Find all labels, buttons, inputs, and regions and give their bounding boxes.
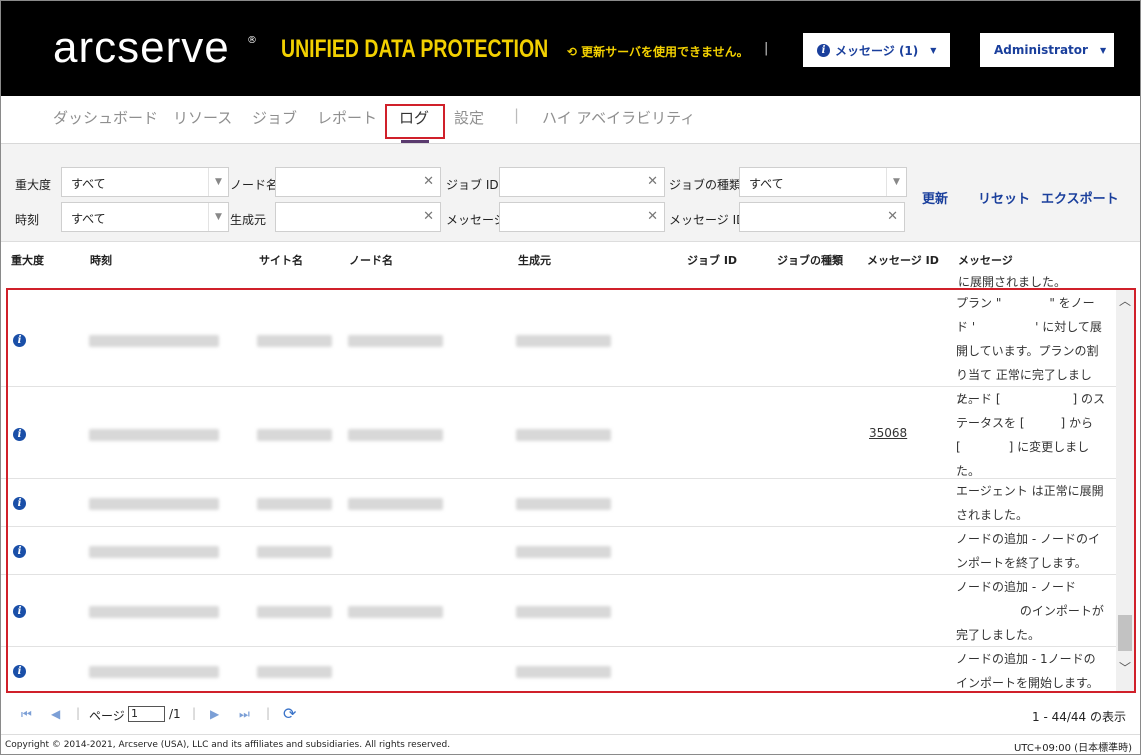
clear-icon[interactable]: ✕ — [887, 209, 898, 224]
chevron-down-icon[interactable]: ▼ — [208, 168, 228, 196]
update-status-text: 更新サーバを使用できません。 — [581, 45, 749, 59]
message-id-label: メッセージ ID — [669, 213, 746, 227]
chevron-down-icon: ▼ — [930, 45, 937, 55]
tab-jobs[interactable]: ジョブ — [252, 107, 297, 128]
pagination-bar: ⏮ ◀ | ページ 1 /1 | ▶ ⏭ | ⟳ 1 - 44/44 の表示 — [1, 698, 1140, 733]
clear-icon[interactable]: ✕ — [423, 174, 434, 189]
page-label: ページ — [89, 709, 125, 723]
clear-icon[interactable]: ✕ — [647, 174, 658, 189]
next-page-icon[interactable]: ▶ — [210, 707, 219, 721]
info-icon: i — [817, 43, 830, 57]
tab-high-availability[interactable]: ハイ アベイラビリティ — [542, 107, 695, 128]
clear-icon[interactable]: ✕ — [647, 209, 658, 224]
time-label: 時刻 — [15, 213, 40, 227]
severity-label: 重大度 — [15, 178, 52, 192]
pager-divider: | — [192, 706, 197, 720]
column-header-message-id[interactable]: メッセージ ID — [867, 252, 939, 268]
messages-button[interactable]: i メッセージ (1) ▼ — [803, 33, 950, 67]
refresh-icon[interactable]: ⟳ — [283, 704, 296, 723]
severity-select-value: すべて — [71, 177, 106, 191]
tab-resources[interactable]: リソース — [173, 107, 232, 128]
messages-button-label: メッセージ (1) — [835, 43, 919, 58]
tab-dashboard[interactable]: ダッシュボード — [53, 107, 158, 128]
user-menu-button[interactable]: Administrator ▼ — [980, 33, 1114, 67]
record-count: 1 - 44/44 の表示 — [1032, 710, 1126, 724]
source-label: 生成元 — [230, 213, 267, 227]
partial-message-text: に展開されました。 — [958, 275, 1067, 289]
main-nav: ダッシュボード リソース ジョブ レポート ログ 設定 | ハイ アベイラビリテ… — [1, 96, 1140, 144]
header-divider: | — [764, 41, 769, 56]
first-page-icon[interactable]: ⏮ — [21, 707, 32, 722]
column-header-severity[interactable]: 重大度 — [11, 252, 44, 268]
severity-select[interactable]: すべて ▼ — [61, 167, 229, 197]
column-header-site-name[interactable]: サイト名 — [259, 252, 303, 268]
tab-reports[interactable]: レポート — [317, 107, 377, 128]
message-input[interactable]: ✕ — [499, 202, 665, 232]
column-header-job-id[interactable]: ジョブ ID — [687, 252, 737, 268]
export-link[interactable]: エクスポート — [1041, 188, 1119, 207]
source-input[interactable]: ✕ — [275, 202, 441, 232]
last-page-icon[interactable]: ⏭ — [239, 707, 250, 722]
job-type-select-value: すべて — [749, 177, 784, 191]
time-select[interactable]: すべて ▼ — [61, 202, 229, 232]
column-header-source[interactable]: 生成元 — [518, 252, 551, 268]
column-header-message[interactable]: メッセージ — [958, 252, 1013, 268]
highlight-box-log-table — [6, 288, 1136, 693]
chevron-down-icon[interactable]: ▼ — [886, 168, 906, 196]
reset-link[interactable]: リセット — [978, 188, 1030, 207]
column-header-time[interactable]: 時刻 — [90, 252, 112, 268]
table-header: 重大度 時刻 サイト名 ノード名 生成元 ジョブ ID ジョブの種類 メッセージ… — [1, 243, 1140, 275]
footer: Copyright © 2014-2021, Arcserve (USA), L… — [1, 734, 1140, 754]
total-pages: /1 — [169, 707, 181, 721]
user-menu-label: Administrator — [994, 43, 1088, 57]
brand-registered-mark: ® — [247, 35, 257, 46]
job-id-label: ジョブ ID — [446, 178, 499, 192]
chevron-down-icon[interactable]: ▼ — [208, 203, 228, 231]
job-type-select[interactable]: すべて ▼ — [739, 167, 907, 197]
message-label: メッセージ — [446, 213, 506, 227]
node-name-label: ノード名 — [230, 178, 279, 192]
nav-divider: | — [514, 106, 520, 124]
column-header-node-name[interactable]: ノード名 — [349, 252, 393, 268]
chevron-down-icon: ▼ — [1099, 45, 1107, 55]
pager-divider: | — [76, 706, 81, 720]
highlight-box-log-tab — [385, 104, 445, 139]
node-name-input[interactable]: ✕ — [275, 167, 441, 197]
refresh-warning-icon: ⟲ — [567, 45, 578, 59]
time-select-value: すべて — [71, 212, 106, 226]
refresh-link[interactable]: 更新 — [922, 188, 948, 207]
update-status[interactable]: ⟲ 更新サーバを使用できません。 — [567, 43, 749, 60]
page-number-input[interactable]: 1 — [128, 706, 165, 722]
copyright-text: Copyright © 2014-2021, Arcserve (USA), L… — [5, 740, 451, 750]
previous-page-icon[interactable]: ◀ — [51, 707, 60, 721]
top-header: arcserve ® UNIFIED DATA PROTECTION ⟲ 更新サー… — [1, 1, 1140, 96]
active-tab-indicator — [401, 140, 429, 143]
brand-logo: arcserve — [53, 23, 230, 72]
product-name: UNIFIED DATA PROTECTION — [281, 35, 549, 63]
timezone-text: UTC+09:00 (日本標準時) — [1013, 743, 1132, 754]
job-type-label: ジョブの種類 — [669, 178, 742, 192]
tab-settings[interactable]: 設定 — [454, 107, 484, 128]
message-id-input[interactable]: ✕ — [739, 202, 905, 232]
job-id-input[interactable]: ✕ — [499, 167, 665, 197]
pager-divider: | — [266, 706, 271, 720]
clear-icon[interactable]: ✕ — [423, 209, 434, 224]
column-header-job-type[interactable]: ジョブの種類 — [777, 252, 843, 268]
